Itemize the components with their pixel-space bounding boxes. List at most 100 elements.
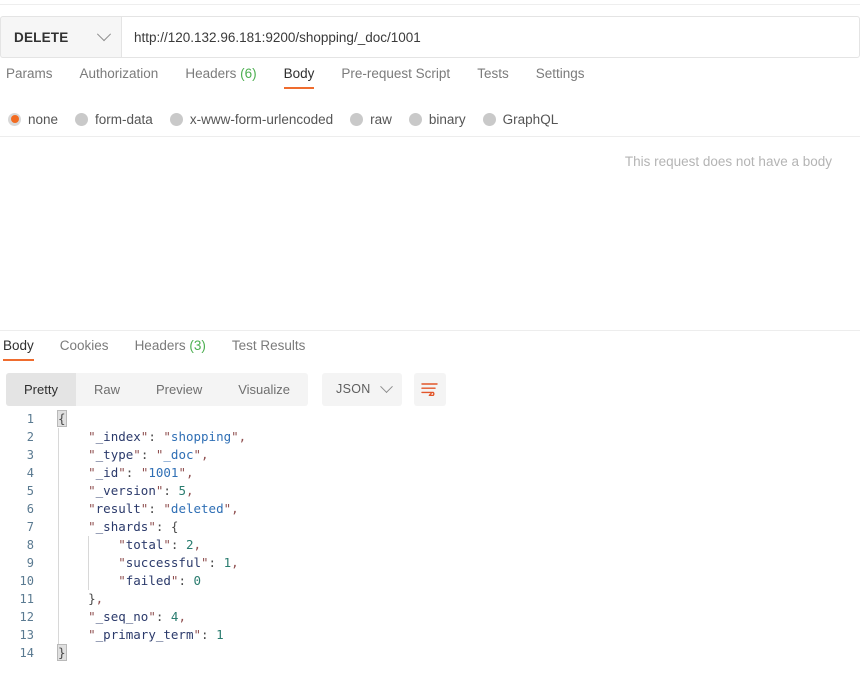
indent-guide <box>58 554 59 572</box>
response-divider <box>0 330 860 331</box>
fold-gutter[interactable] <box>40 590 58 608</box>
response-tab-label: Body <box>3 338 34 353</box>
fold-gutter[interactable] <box>40 554 58 572</box>
response-tab-headers[interactable]: Headers (3) <box>135 338 206 361</box>
code-token-brace: : <box>201 627 217 642</box>
code-token-comma: , <box>193 537 202 552</box>
response-tab-count: (3) <box>185 338 206 353</box>
fold-gutter[interactable] <box>40 518 58 536</box>
fold-gutter[interactable] <box>40 626 58 644</box>
body-type-label: raw <box>370 111 392 127</box>
fold-gutter[interactable] <box>40 644 58 662</box>
body-type-radio-x-www-form-urlencoded[interactable]: x-www-form-urlencoded <box>169 112 333 127</box>
body-type-radio-raw[interactable]: raw <box>350 112 392 127</box>
body-type-radio-none[interactable]: none <box>8 112 58 127</box>
code-token-brace: : <box>155 609 171 624</box>
code-line: 11 }, <box>0 590 860 608</box>
request-tab-headers[interactable]: Headers (6) <box>185 66 256 89</box>
code-token-punct: " <box>163 429 171 444</box>
request-url-bar: DELETE http://120.132.96.181:9200/shoppi… <box>0 16 860 58</box>
code-token-str: _doc <box>163 447 194 462</box>
body-type-radio-binary[interactable]: binary <box>408 112 466 127</box>
code-text: "_version": 5, <box>58 482 194 500</box>
indent-guide <box>58 536 59 554</box>
request-tab-label: Tests <box>477 66 509 81</box>
line-number: 1 <box>26 412 34 426</box>
code-token-punct: " <box>88 501 96 516</box>
indent-guide <box>58 608 59 626</box>
fold-gutter[interactable] <box>40 410 58 428</box>
body-type-label: none <box>28 111 59 127</box>
code-text: { <box>57 410 67 428</box>
code-token-key: result <box>95 501 141 516</box>
request-tab-label: Params <box>6 66 53 81</box>
request-tab-tests[interactable]: Tests <box>477 66 509 89</box>
code-token-brace: { <box>170 519 179 534</box>
code-token-num: 0 <box>193 573 202 588</box>
response-body-code-viewer[interactable]: 1{2 "_index": "shopping", 3 "_type": "_do… <box>0 410 860 674</box>
request-tab-pre-request-script[interactable]: Pre-request Script <box>341 66 450 89</box>
code-token-punct: " <box>178 465 186 480</box>
code-line: 1{ <box>0 410 860 428</box>
code-token-brace: } <box>88 591 96 606</box>
fold-gutter[interactable] <box>40 608 58 626</box>
code-token-comma: , <box>231 501 239 516</box>
code-line: 6 "result": "deleted", <box>0 500 860 518</box>
view-mode-raw[interactable]: Raw <box>76 373 138 406</box>
http-method-select[interactable]: DELETE <box>0 16 121 58</box>
indent-guide <box>88 554 89 572</box>
word-wrap-button[interactable] <box>413 372 446 406</box>
url-input[interactable]: http://120.132.96.181:9200/shopping/_doc… <box>121 16 860 58</box>
response-tab-body[interactable]: Body <box>3 338 34 361</box>
word-wrap-icon <box>421 383 438 396</box>
code-token-comma: , <box>178 609 186 624</box>
view-mode-preview[interactable]: Preview <box>138 373 220 406</box>
radio-icon <box>75 112 89 126</box>
view-mode-visualize[interactable]: Visualize <box>220 373 308 406</box>
request-tab-authorization[interactable]: Authorization <box>80 66 159 89</box>
code-token-brace: : <box>178 573 194 588</box>
body-type-radio-form-data[interactable]: form-data <box>75 112 153 127</box>
request-tab-label: Headers <box>185 66 237 81</box>
code-token-punct: " <box>231 429 239 444</box>
response-tab-cookies[interactable]: Cookies <box>60 338 109 361</box>
code-line: 12 "_seq_no": 4, <box>0 608 860 626</box>
request-tab-params[interactable]: Params <box>6 66 53 89</box>
line-number: 14 <box>19 646 34 660</box>
body-type-label: GraphQL <box>502 111 559 127</box>
line-number: 5 <box>26 484 34 498</box>
fold-gutter[interactable] <box>40 428 58 446</box>
indent-guide <box>58 500 59 518</box>
code-token-brace: } <box>57 644 67 661</box>
request-tab-settings[interactable]: Settings <box>536 66 585 89</box>
code-token-punct: " <box>223 501 232 516</box>
line-number: 8 <box>26 538 34 552</box>
code-token-punct: " <box>193 627 202 642</box>
code-token-punct: " <box>201 555 209 570</box>
code-token-punct: " <box>148 519 156 534</box>
line-number: 2 <box>26 430 34 444</box>
response-tab-test-results[interactable]: Test Results <box>232 338 306 361</box>
fold-gutter[interactable] <box>40 572 58 590</box>
indent-guide <box>58 446 59 464</box>
response-view-mode-group: Pretty Raw Preview Visualize <box>6 372 309 406</box>
fold-gutter[interactable] <box>40 500 58 518</box>
fold-gutter[interactable] <box>40 464 58 482</box>
body-type-label: form-data <box>95 111 153 127</box>
request-tab-body[interactable]: Body <box>283 66 314 89</box>
fold-gutter[interactable] <box>40 536 58 554</box>
code-line: 13 "_primary_term": 1 <box>0 626 860 644</box>
http-method-label: DELETE <box>14 29 69 45</box>
code-token-punct: " <box>118 573 126 588</box>
body-type-radio-graphql[interactable]: GraphQL <box>482 111 559 127</box>
fold-gutter[interactable] <box>40 446 58 464</box>
fold-gutter[interactable] <box>40 482 58 500</box>
code-text: "_primary_term": 1 <box>58 626 224 644</box>
body-type-radio-group: none form-data x-www-form-urlencoded raw bin… <box>0 106 860 132</box>
code-line: 4 "_id": "1001", <box>0 464 860 482</box>
view-mode-pretty[interactable]: Pretty <box>6 372 76 406</box>
response-format-select[interactable]: JSON <box>322 372 402 406</box>
code-token-punct: " <box>88 465 96 480</box>
